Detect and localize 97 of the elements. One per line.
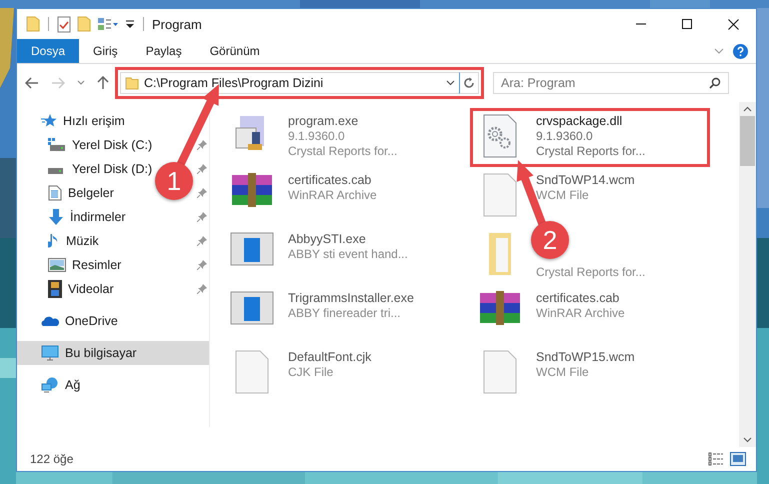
download-icon — [48, 209, 64, 225]
sidebar-label: Müzik — [66, 234, 99, 248]
file-detail: 9.1.9360.0 — [536, 129, 594, 144]
sidebar-item[interactable]: Müzik — [17, 229, 209, 253]
file-name[interactable]: TrigrammsInstaller.exe — [288, 291, 414, 306]
pin-icon[interactable] — [197, 236, 207, 246]
ribbon-tab[interactable]: Paylaş — [132, 39, 196, 63]
film-icon — [48, 280, 62, 298]
pin-icon[interactable] — [197, 188, 207, 198]
sidebar-item[interactable]: Bu bilgisayar — [17, 341, 209, 365]
minimize-icon — [636, 23, 646, 25]
file-name[interactable]: certificates.cab — [288, 173, 377, 188]
sidebar-label: OneDrive — [65, 314, 118, 328]
address-field[interactable]: C:\Program Files\Program Dizini — [120, 72, 459, 94]
sidebar-label: Videolar — [68, 282, 114, 296]
refresh-button[interactable] — [459, 72, 479, 94]
file-detail: Crystal Reports for... — [288, 144, 398, 159]
back-icon[interactable] — [25, 77, 39, 89]
item-count: 122 öğe — [30, 452, 74, 466]
network-icon — [41, 377, 59, 393]
dropdown-icon[interactable] — [125, 19, 135, 29]
pin-icon[interactable] — [197, 284, 207, 294]
sidebar-label: İndirmeler — [70, 210, 126, 224]
scroll-up-icon[interactable] — [743, 106, 752, 112]
close-icon — [728, 18, 738, 30]
search-icon — [709, 77, 721, 89]
expand-ribbon-icon[interactable] — [714, 48, 724, 54]
pin-icon[interactable] — [197, 260, 207, 270]
window-icon — [229, 232, 275, 266]
file-detail: WCM File — [536, 188, 590, 203]
pin-icon[interactable] — [197, 140, 207, 150]
folder-icon[interactable] — [77, 16, 91, 32]
refresh-icon — [463, 77, 475, 89]
scroll-down-icon[interactable] — [743, 437, 752, 443]
file-detail: ABBY sti event hand... — [288, 247, 408, 262]
window-icon — [229, 291, 275, 325]
file-name[interactable]: certificates.cab — [536, 291, 625, 306]
scrollbar-thumb[interactable] — [740, 116, 755, 166]
ribbon-tab[interactable]: Görünüm — [196, 39, 274, 63]
sidebar-item[interactable]: Hızlı erişim — [17, 109, 195, 133]
sidebar-item[interactable]: Resimler — [17, 253, 209, 277]
ribbon-tab[interactable]: Giriş — [79, 39, 132, 63]
sidebar-item[interactable]: İndirmeler — [17, 205, 209, 229]
music-note-icon — [48, 233, 60, 249]
ribbon-tab[interactable]: Dosya — [17, 39, 80, 63]
drive-icon — [48, 168, 63, 174]
sidebar-item[interactable]: Ağ — [17, 373, 205, 397]
sidebar-label: Hızlı erişim — [63, 114, 125, 128]
sidebar-label: Resimler — [72, 258, 122, 272]
details-view-icon[interactable] — [708, 452, 724, 466]
sidebar-item[interactable]: Videolar — [17, 277, 209, 301]
help-icon[interactable] — [733, 44, 748, 58]
file-name[interactable]: program.exe — [288, 114, 398, 129]
pin-icon[interactable] — [197, 212, 207, 222]
properties-icon[interactable] — [97, 17, 119, 31]
file-detail: ABBY finereader tri... — [288, 306, 402, 321]
file-name[interactable]: SndToWP14.wcm — [536, 173, 635, 188]
file-name[interactable]: SndToWP15.wcm — [536, 350, 635, 365]
folder-icon — [125, 76, 139, 90]
file-detail: WCM File — [536, 365, 590, 380]
folder-icon[interactable] — [26, 16, 40, 32]
up-icon[interactable] — [97, 76, 109, 90]
sidebar-item[interactable]: OneDrive — [17, 309, 205, 333]
file-item[interactable]: crvspackage.dll 9.1.9360.0 Crystal Reports for... — [470, 108, 710, 167]
document-icon — [48, 185, 62, 201]
star-icon — [41, 114, 57, 128]
maximize-icon — [682, 19, 692, 29]
file-detail: 9.1.9360.0 — [288, 129, 346, 144]
file-detail: Crystal Reports for... — [536, 144, 646, 159]
file-name[interactable]: AbbyySTI.exe — [288, 232, 408, 247]
file-name[interactable]: DefaultFont.cjk — [288, 350, 372, 365]
sidebar-label: Belgeler — [68, 186, 114, 200]
archive-icon — [477, 291, 523, 327]
file-detail: WinRAR Archive — [536, 306, 625, 321]
sidebar-label: Yerel Disk (D:) — [72, 162, 152, 176]
window-title: Program — [152, 16, 202, 32]
cloud-icon — [41, 316, 59, 326]
sidebar-label: Ağ — [65, 378, 80, 392]
sidebar-label: Bu bilgisayar — [65, 346, 137, 360]
recent-locations-icon[interactable] — [77, 80, 85, 86]
file-detail: Crystal Reports for... — [536, 265, 646, 280]
sidebar-label: Yerel Disk (C:) — [72, 138, 152, 152]
monitor-icon — [41, 345, 59, 361]
drive-icon — [48, 138, 66, 152]
archive-icon — [229, 173, 275, 209]
address-path: C:\Program Files\Program Dizini — [144, 76, 324, 90]
tiles-view-icon[interactable] — [730, 452, 746, 466]
scrollbar[interactable] — [739, 102, 756, 447]
dropdown-icon[interactable] — [446, 80, 455, 86]
pin-icon[interactable] — [197, 164, 207, 174]
checklist-icon[interactable] — [57, 16, 71, 32]
file-detail: WinRAR Archive — [288, 188, 377, 203]
file-detail: CJK File — [288, 365, 334, 380]
file-name[interactable]: crvspackage.dll — [536, 114, 646, 129]
sidebar-item[interactable]: Yerel Disk (C:) — [17, 133, 209, 157]
image-icon — [48, 258, 66, 272]
search-field[interactable]: Ara: Program — [493, 72, 729, 94]
